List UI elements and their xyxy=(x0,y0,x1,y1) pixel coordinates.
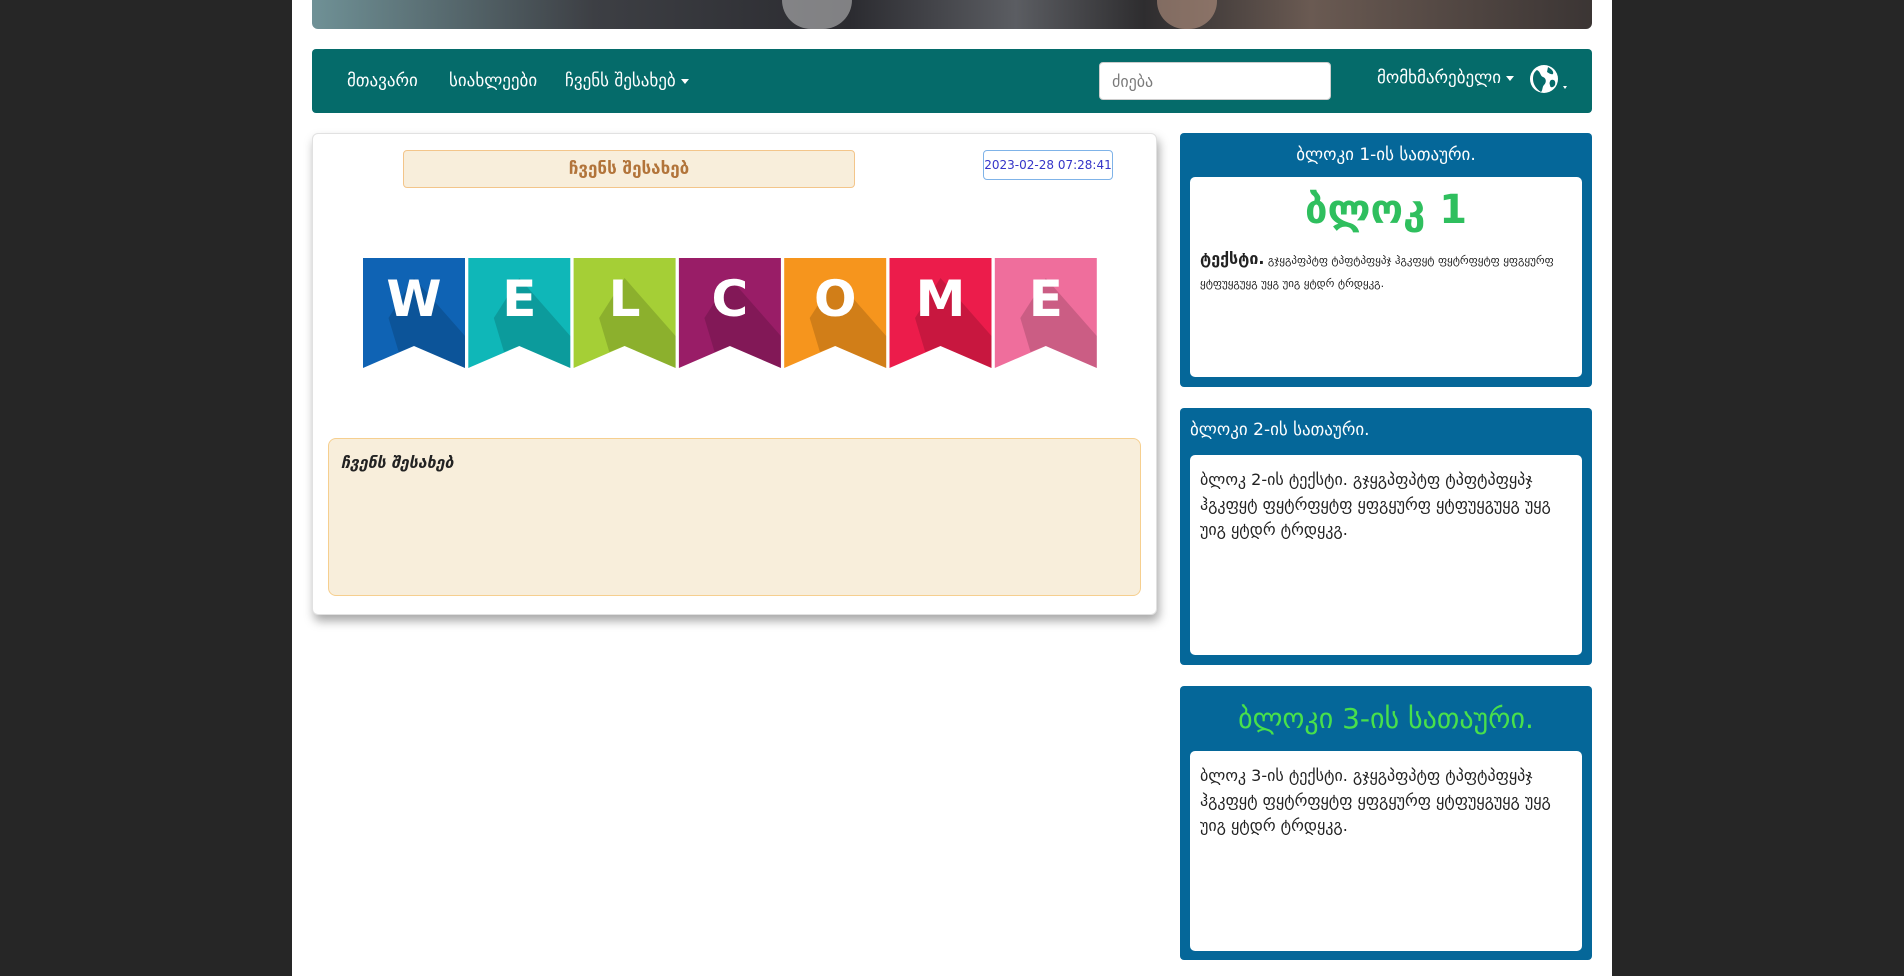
globe-icon xyxy=(1530,65,1567,93)
block-3-title: ბლოკი 3-ის სათაური. xyxy=(1238,702,1534,735)
user-dropdown[interactable]: მომხმარებელი xyxy=(1377,68,1515,88)
about-info-box: ჩვენს შესახებ xyxy=(328,438,1141,596)
block-1-text-bold: ტექსტი. xyxy=(1200,249,1265,268)
welcome-banner-image: WELCOME xyxy=(363,258,1097,368)
nav-about-label: ჩვენს შესახებ xyxy=(565,71,676,91)
welcome-letter: C xyxy=(712,270,749,328)
block-1-body: ბლოკ 1 ტექსტი. გჯყგპფპტფ ტპფტპფყპჯ ჰგკფყ… xyxy=(1190,177,1582,377)
language-dropdown[interactable] xyxy=(1529,64,1573,102)
welcome-flag: W xyxy=(363,258,465,368)
user-label: მომხმარებელი xyxy=(1377,68,1502,88)
welcome-letter: M xyxy=(916,270,966,328)
about-card: ჩვენს შესახებ 2023-02-28 07:28:41 W E L C O M… xyxy=(312,133,1157,615)
caret-down-icon xyxy=(1506,75,1515,81)
block-1-heading: ბლოკ 1 xyxy=(1304,187,1468,233)
page-container: მთავარი სიახლეები ჩვენს შესახებ მომხმარე… xyxy=(292,0,1612,976)
nav-about-dropdown[interactable]: ჩვენს შესახებ xyxy=(565,71,689,91)
block-2-body: ბლოკ 2-ის ტექსტი. გჯყგპფპტფ ტპფტპფყპჯ ჰგ… xyxy=(1190,455,1582,655)
page-title: ჩვენს შესახებ xyxy=(403,150,855,188)
welcome-flag: E xyxy=(994,258,1097,368)
welcome-flag: E xyxy=(468,258,571,368)
block-1: ბლოკი 1-ის სათაური. ბლოკ 1 ტექსტი. გჯყგპ… xyxy=(1180,133,1592,387)
caret-down-icon xyxy=(680,78,689,84)
block-2-title: ბლოკი 2-ის სათაური. xyxy=(1190,420,1370,440)
block-1-title: ბლოკი 1-ის სათაური. xyxy=(1296,145,1476,165)
welcome-letter: E xyxy=(502,270,536,328)
block-2-text: ბლოკ 2-ის ტექსტი. გჯყგპფპტფ ტპფტპფყპჯ ჰგ… xyxy=(1200,470,1551,539)
navbar: მთავარი სიახლეები ჩვენს შესახებ მომხმარე… xyxy=(312,49,1592,113)
block-2: ბლოკი 2-ის სათაური. ბლოკ 2-ის ტექსტი. გჯ… xyxy=(1180,408,1592,665)
search-input[interactable] xyxy=(1099,62,1331,100)
welcome-flag: C xyxy=(678,258,781,368)
welcome-letter: L xyxy=(609,270,641,328)
block-3-body: ბლოკ 3-ის ტექსტი. გჯყგპფპტფ ტპფტპფყპჯ ჰგ… xyxy=(1190,751,1582,951)
welcome-flag: L xyxy=(573,258,676,368)
welcome-letter: O xyxy=(814,270,857,328)
nav-news[interactable]: სიახლეები xyxy=(449,71,537,91)
info-heading: ჩვენს შესახებ xyxy=(341,453,454,472)
welcome-letter: W xyxy=(386,270,441,328)
date-badge: 2023-02-28 07:28:41 xyxy=(983,150,1113,180)
welcome-flag: M xyxy=(889,258,992,368)
nav-home[interactable]: მთავარი xyxy=(347,71,418,91)
block-1-text: ტექსტი. გჯყგპფპტფ ტპფტპფყპჯ ჰგკფყტ ფყტრფ… xyxy=(1200,247,1564,295)
hero-image xyxy=(312,0,1592,29)
block-3: ბლოკი 3-ის სათაური. ბლოკ 3-ის ტექსტი. გჯ… xyxy=(1180,686,1592,960)
welcome-letter: E xyxy=(1029,270,1063,328)
welcome-flag: O xyxy=(784,258,887,368)
block-3-text: ბლოკ 3-ის ტექსტი. გჯყგპფპტფ ტპფტპფყპჯ ჰგ… xyxy=(1200,766,1551,835)
